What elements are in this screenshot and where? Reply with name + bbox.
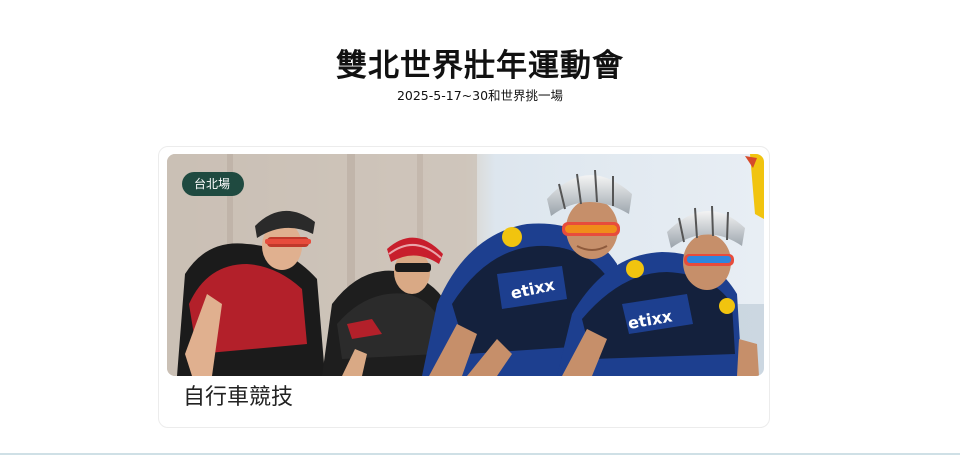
page-title: 雙北世界壯年運動會 [336,48,624,84]
venue-badge: 台北場 [182,172,245,196]
page-subtitle: 2025-5-17~30和世界挑一場 [396,88,564,103]
page: 雙北世界壯年運動會 2025-5-17~30和世界挑一場 etixx etixx… [0,0,960,455]
card-title[interactable]: 自行車競技 [183,383,293,413]
card-image[interactable]: etixx etixx 台北場 [167,154,764,376]
cycling-race-photo: etixx etixx [167,154,764,376]
hero-header: 雙北世界壯年運動會 2025-5-17~30和世界挑一場 [0,44,960,104]
event-card-cycling[interactable]: etixx etixx 台北場 自行車競技 [158,146,770,428]
